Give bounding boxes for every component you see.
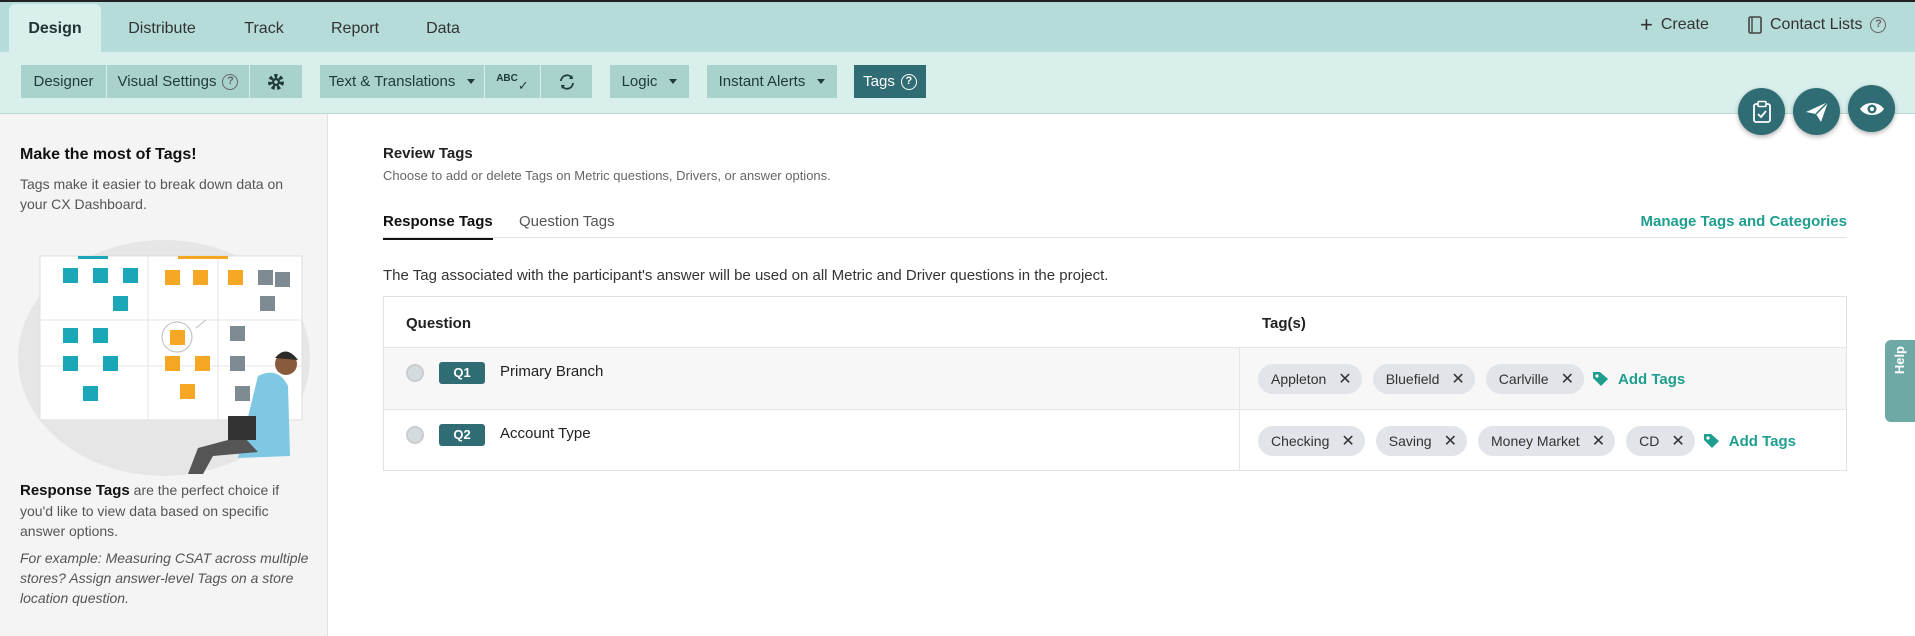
question-name: Primary Branch [500, 363, 604, 380]
help-circle-icon: ? [900, 73, 917, 90]
plus-icon: + [1640, 12, 1653, 37]
tag-chip: Appleton ✕ [1258, 364, 1362, 394]
top-navigation: Design Distribute Track Report Data + Cr… [0, 0, 1915, 54]
row-radio[interactable] [406, 426, 424, 444]
spellcheck-button[interactable]: ABC ✓ [485, 65, 540, 98]
manage-tags-link[interactable]: Manage Tags and Categories [1641, 213, 1847, 230]
help-circle-icon[interactable]: ? [1870, 17, 1887, 33]
instant-alerts-dropdown[interactable]: Instant Alerts [707, 65, 837, 98]
design-toolbar: Designer Visual Settings? Text & Transla… [0, 52, 1915, 114]
text-translations-dropdown[interactable]: Text & Translations [320, 65, 484, 98]
close-icon[interactable]: ✕ [1338, 369, 1351, 389]
column-divider [1239, 347, 1240, 471]
settings-button[interactable] [250, 65, 302, 98]
table-row: Q1 Primary Branch Appleton ✕ Bluefield ✕ C… [384, 347, 1846, 409]
tab-report[interactable]: Report [320, 4, 390, 54]
close-icon[interactable]: ✕ [1561, 369, 1574, 389]
column-header-question: Question [406, 315, 472, 332]
tag-chips: Appleton ✕ Bluefield ✕ Carlville ✕ Add Tags [1258, 364, 1685, 394]
add-tags-button[interactable]: Add Tags [1592, 371, 1685, 388]
tag-chips: Checking ✕ Saving ✕ Money Market ✕ CD ✕ Add … [1258, 426, 1796, 456]
close-icon[interactable]: ✕ [1592, 431, 1605, 451]
preview-button[interactable] [1848, 85, 1895, 132]
close-icon[interactable]: ✕ [1444, 431, 1457, 451]
question-name: Account Type [500, 425, 591, 442]
help-circle-icon: ? [222, 73, 239, 90]
close-icon[interactable]: ✕ [1451, 369, 1464, 389]
eye-icon [1859, 102, 1884, 115]
sidebar-intro: Tags make it easier to break down data o… [20, 176, 284, 212]
question-number-badge: Q2 [439, 424, 485, 446]
tag-chip: Saving ✕ [1375, 426, 1467, 456]
page-title: Review Tags [383, 145, 473, 162]
create-button[interactable]: + Create [1640, 12, 1709, 37]
notebook-icon [1748, 16, 1762, 34]
table-row: Q2 Account Type Checking ✕ Saving ✕ Money … [384, 409, 1846, 471]
review-clipboard-button[interactable] [1738, 88, 1785, 135]
tag-chip: Carlville ✕ [1485, 364, 1584, 394]
close-icon[interactable]: ✕ [1341, 431, 1354, 451]
refresh-search-icon [559, 73, 574, 90]
chevron-down-icon [817, 79, 826, 84]
logic-dropdown[interactable]: Logic [610, 65, 689, 98]
gear-icon [268, 73, 284, 90]
designer-button[interactable]: Designer [21, 65, 106, 98]
add-tags-button[interactable]: Add Tags [1703, 433, 1796, 450]
spellcheck-icon: ABC [496, 73, 518, 84]
clipboard-check-icon [1752, 100, 1771, 123]
find-replace-button[interactable] [541, 65, 592, 98]
tags-description: The Tag associated with the participant'… [383, 267, 1109, 284]
tag-chip: Bluefield ✕ [1372, 364, 1475, 394]
publish-button[interactable] [1793, 88, 1840, 135]
help-tab[interactable]: Help [1885, 340, 1915, 422]
tag-chip: Checking ✕ [1258, 426, 1365, 456]
tags-illustration [18, 240, 310, 476]
tags-tips-sidebar: Make the most of Tags! Tags make it easi… [0, 114, 328, 636]
sidebar-title: Make the most of Tags! [20, 146, 197, 163]
tags-button[interactable]: Tags? [854, 65, 926, 98]
close-icon[interactable]: ✕ [1671, 431, 1684, 451]
tabs-divider [383, 237, 1847, 238]
tags-table: Question Tag(s) Q1 Primary Branch Applet… [383, 296, 1847, 471]
tag-chip: Money Market ✕ [1478, 426, 1616, 456]
page-subtitle: Choose to add or delete Tags on Metric q… [383, 168, 831, 183]
column-header-tags: Tag(s) [1262, 315, 1306, 332]
tag-chip: CD ✕ [1626, 426, 1695, 456]
tab-data[interactable]: Data [418, 4, 468, 54]
paper-plane-icon [1805, 100, 1829, 122]
sidebar-response-tags-text: Response Tags are the perfect choice if … [20, 482, 280, 539]
chevron-down-icon [467, 79, 476, 84]
tag-icon [1703, 434, 1719, 448]
chevron-down-icon [669, 79, 678, 84]
row-radio[interactable] [406, 364, 424, 382]
contact-lists-button[interactable]: Contact Lists ? [1748, 16, 1887, 34]
tab-question-tags[interactable]: Question Tags [519, 213, 615, 238]
tab-response-tags[interactable]: Response Tags [383, 213, 493, 240]
tab-design[interactable]: Design [9, 4, 101, 54]
tag-icon [1593, 372, 1608, 386]
tab-distribute[interactable]: Distribute [118, 4, 206, 54]
sidebar-example: For example: Measuring CSAT across multi… [20, 550, 309, 606]
tab-track[interactable]: Track [234, 4, 294, 54]
visual-settings-button[interactable]: Visual Settings? [107, 65, 249, 98]
question-number-badge: Q1 [439, 362, 485, 384]
